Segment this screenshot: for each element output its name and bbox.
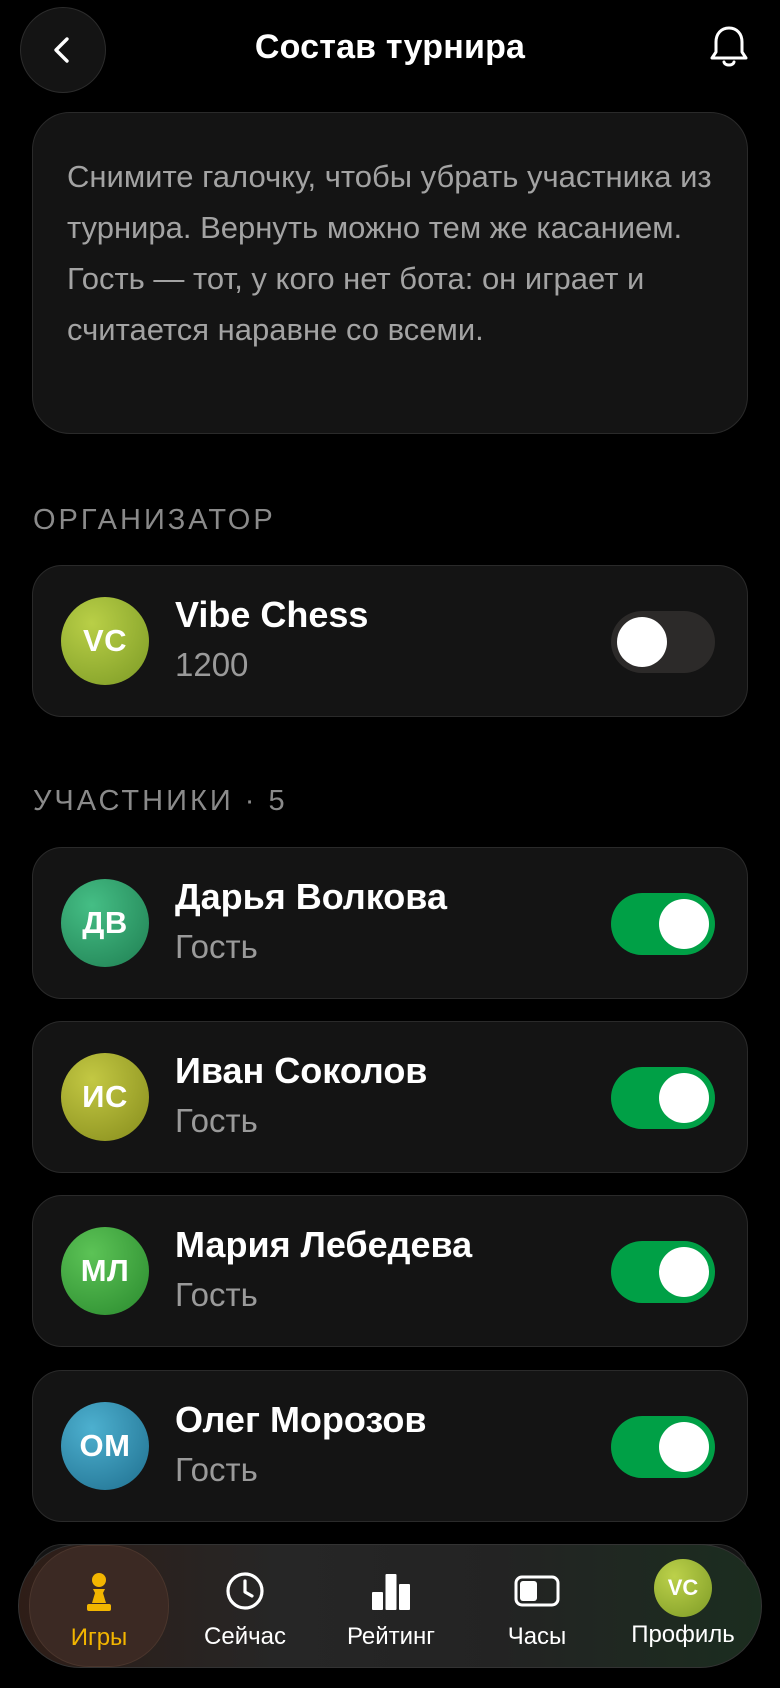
toggle-knob — [659, 1422, 709, 1472]
avatar: VC — [61, 597, 149, 685]
participant-role: Гость — [175, 1451, 258, 1488]
info-text: Снимите галочку, чтобы убрать участника … — [67, 159, 712, 347]
participant-row[interactable]: ИС Иван Соколов Гость — [32, 1021, 748, 1173]
participant-row[interactable]: МЛ Мария Лебедева Гость — [32, 1195, 748, 1347]
tab-rating[interactable]: Рейтинг — [321, 1545, 461, 1667]
header: Состав турнира — [0, 0, 780, 104]
tab-label: Часы — [507, 1623, 567, 1650]
avatar: VC — [654, 1559, 712, 1617]
participant-toggle[interactable] — [611, 1241, 715, 1303]
pawn-icon — [87, 1573, 111, 1611]
organizer-toggle[interactable] — [611, 611, 715, 673]
avatar: ОМ — [61, 1402, 149, 1490]
tab-clock[interactable]: Часы — [467, 1545, 607, 1667]
toggle-knob — [659, 1247, 709, 1297]
toggle-knob — [659, 899, 709, 949]
avatar: ДВ — [61, 879, 149, 967]
participant-name: Иван Соколов — [175, 1050, 428, 1091]
clock-icon — [226, 1572, 264, 1610]
participant-toggle[interactable] — [611, 893, 715, 955]
participant-toggle[interactable] — [611, 1067, 715, 1129]
tab-label: Рейтинг — [346, 1623, 436, 1650]
organizer-section-label: ОРГАНИЗАТОР — [33, 504, 276, 536]
avatar: МЛ — [61, 1227, 149, 1315]
tab-profile[interactable]: VC Профиль — [613, 1545, 753, 1667]
tab-label: Игры — [70, 1624, 128, 1651]
participant-row[interactable]: ДВ Дарья Волкова Гость — [32, 847, 748, 999]
bell-icon[interactable] — [704, 22, 754, 72]
toggle-knob — [659, 1073, 709, 1123]
participant-name: Олег Морозов — [175, 1399, 427, 1440]
participant-row[interactable]: ОМ Олег Морозов Гость — [32, 1370, 748, 1522]
participant-role: Гость — [175, 1276, 258, 1313]
organizer-row[interactable]: VC Vibe Chess 1200 — [32, 565, 748, 717]
tab-now[interactable]: Сейчас — [175, 1545, 315, 1667]
toggle-knob — [617, 617, 667, 667]
chess-clock-icon — [514, 1575, 560, 1607]
tab-games[interactable]: Игры — [29, 1545, 169, 1667]
organizer-rating: 1200 — [175, 646, 249, 683]
bar-chart-icon — [372, 1574, 410, 1610]
participant-name: Мария Лебедева — [175, 1224, 473, 1265]
participant-name: Дарья Волкова — [175, 876, 447, 917]
avatar: ИС — [61, 1053, 149, 1141]
info-card: Снимите галочку, чтобы убрать участника … — [32, 112, 748, 434]
participant-role: Гость — [175, 928, 258, 965]
organizer-name: Vibe Chess — [175, 594, 369, 635]
tab-label: Профиль — [631, 1621, 735, 1648]
page-title: Состав турнира — [254, 28, 526, 66]
participant-role: Гость — [175, 1102, 258, 1139]
tab-label: Сейчас — [204, 1623, 286, 1650]
participants-section-label: УЧАСТНИКИ · 5 — [33, 785, 288, 817]
tab-bar: Игры Сейчас Рейтинг Часы VC Профиль — [18, 1544, 762, 1668]
participant-toggle[interactable] — [611, 1416, 715, 1478]
